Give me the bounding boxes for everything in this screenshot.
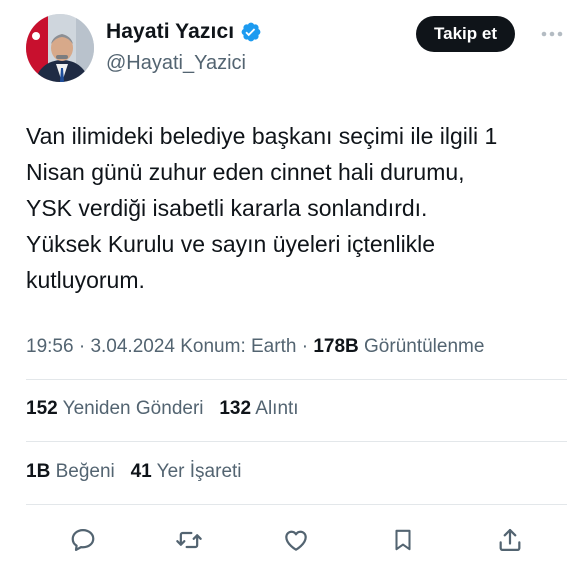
tweet-actions-bar <box>0 520 581 560</box>
author-name-row: Hayati Yazıcı <box>106 20 262 44</box>
quotes-stat[interactable]: 132 Alıntı <box>219 398 298 419</box>
bookmarks-stat[interactable]: 41 Yer İşareti <box>131 461 242 482</box>
views-label: Görüntülenme <box>364 336 485 357</box>
reposts-stat[interactable]: 152 Yeniden Gönderi <box>26 398 209 419</box>
meta-separator: · <box>78 336 86 357</box>
divider <box>26 504 567 505</box>
likes-stat[interactable]: 1B Beğeni <box>26 461 120 482</box>
repost-icon[interactable] <box>169 520 209 560</box>
tweet-text-line: Van ilimideki belediye başkanı seçimi il… <box>26 123 498 149</box>
meta-separator: · <box>301 336 309 357</box>
tweet-meta: 19:56 · 3.04.2024 Konum: Earth · 178B Gö… <box>26 336 484 358</box>
tweet-text-line: YSK verdiği isabetli kararla sonlandırdı… <box>26 195 428 221</box>
reposts-count: 152 <box>26 398 58 419</box>
more-options-icon[interactable] <box>537 22 567 46</box>
like-icon[interactable] <box>276 520 316 560</box>
engagement-stats-row-2: 1B Beğeni 41 Yer İşareti <box>26 461 242 483</box>
tweet-card: Hayati Yazıcı @Hayati_Yazici Takip et Va… <box>0 0 581 584</box>
bookmarks-count: 41 <box>130 461 152 482</box>
author-display-name[interactable]: Hayati Yazıcı <box>106 20 234 44</box>
likes-label: Beğeni <box>55 461 115 482</box>
tweet-text: Van ilimideki belediye başkanı seçimi il… <box>26 118 566 298</box>
likes-count: 1B <box>26 461 51 482</box>
divider <box>26 441 567 442</box>
reposts-label: Yeniden Gönderi <box>62 398 204 419</box>
tweet-text-line: Nisan günü zuhur eden cinnet hali durumu… <box>26 159 465 185</box>
reply-icon[interactable] <box>63 520 103 560</box>
views-count: 178B <box>313 336 359 357</box>
author-handle[interactable]: @Hayati_Yazici <box>106 52 246 75</box>
avatar-photo-icon <box>26 14 94 82</box>
tweet-header: Hayati Yazıcı @Hayati_Yazici Takip et <box>26 14 567 84</box>
quotes-label: Alıntı <box>255 398 299 419</box>
avatar[interactable] <box>26 14 94 82</box>
engagement-stats-row-1: 152 Yeniden Gönderi 132 Alıntı <box>26 398 299 420</box>
quotes-count: 132 <box>219 398 252 419</box>
tweet-text-line: Yüksek Kurulu ve sayın üyeleri içtenlikl… <box>26 231 436 257</box>
divider <box>26 379 567 380</box>
follow-button[interactable]: Takip et <box>416 16 515 52</box>
tweet-time[interactable]: 19:56 <box>26 336 74 357</box>
tweet-date[interactable]: 3.04.2024 <box>90 336 175 357</box>
bookmark-icon[interactable] <box>383 520 423 560</box>
tweet-text-line: kutluyorum. <box>26 267 145 293</box>
tweet-location: Konum: Earth <box>180 336 297 357</box>
share-icon[interactable] <box>490 520 530 560</box>
bookmarks-label: Yer İşareti <box>156 461 242 482</box>
verified-badge-icon[interactable] <box>240 21 262 43</box>
